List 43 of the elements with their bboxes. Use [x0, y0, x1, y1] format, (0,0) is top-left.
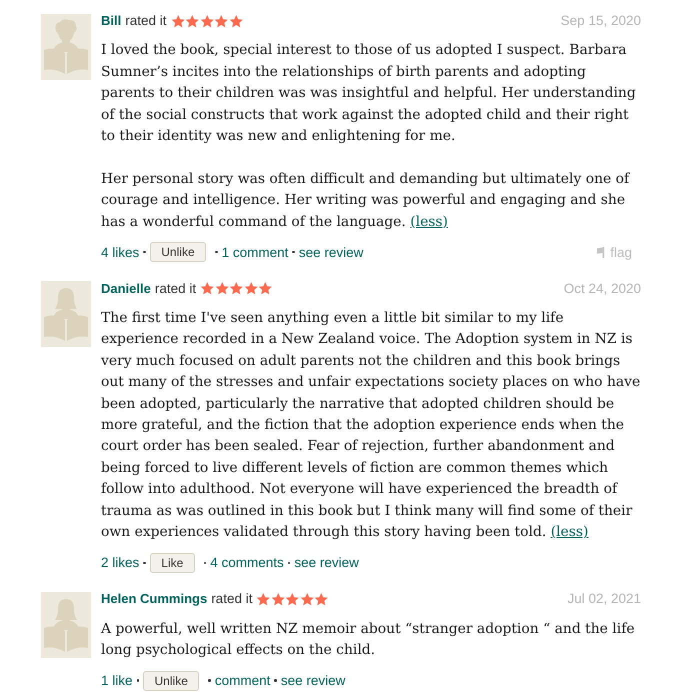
see-review-link[interactable]: see review [280, 673, 346, 688]
filled-star-icon [258, 281, 273, 296]
filled-star-icon [214, 14, 229, 28]
avatar-silhouette-icon[interactable] [41, 14, 91, 80]
rated-it-label: rated it [211, 590, 252, 608]
filled-star-icon [314, 592, 329, 607]
reviewer-name-link[interactable]: Bill [101, 11, 122, 31]
filled-star-icon [185, 14, 200, 28]
filled-star-icon [200, 14, 214, 28]
like-button[interactable]: Unlike [143, 670, 200, 691]
filled-star-icon [229, 281, 244, 296]
comments-link[interactable]: comment [214, 673, 270, 688]
review-text: Her personal story was often difficult and demanding but ultimately one of courage and intelligence. Her writing was powerful and engaging and she has a wonderful command of the language. (less) [101, 170, 631, 232]
review-text: A powerful, well written NZ memoir about “stranger adoption “ and the life long psychological effects on the child. [101, 620, 636, 660]
like-button[interactable]: Like [150, 552, 195, 573]
filled-star-icon [200, 281, 215, 296]
flag-icon [597, 246, 606, 258]
filled-star-icon [228, 14, 244, 28]
filled-star-icon [256, 592, 271, 607]
reviewer-name-link[interactable]: Danielle [101, 278, 151, 299]
filled-star-icon [285, 592, 300, 607]
show-less-link[interactable]: (less) [410, 214, 448, 230]
reviewer-name-link[interactable]: Helen Cummings [101, 589, 208, 610]
avatar-silhouette-icon[interactable] [41, 592, 91, 658]
comments-link[interactable]: 1 comment [222, 244, 288, 260]
show-less-link[interactable]: (less) [550, 524, 588, 540]
likes-link[interactable]: 4 likes [101, 244, 140, 260]
see-review-link[interactable]: see review [294, 555, 359, 570]
filled-star-icon [300, 592, 314, 607]
filled-star-icon [270, 592, 286, 607]
review-text: I loved the book, special interest to those of us adopted I suspect. Barbara Sumner’s incites into the relationships of birth parents and adopting parents to their children was was insightful and helpful. Her understanding of the social constructs that work against the adopted child and their right to their identity was new and enlightening for me. [101, 41, 637, 146]
likes-link[interactable]: 1 like [101, 673, 133, 688]
rated-it-label: rated it [154, 280, 196, 298]
like-button[interactable]: Unlike [150, 242, 206, 262]
filled-star-icon [244, 281, 258, 296]
rated-it-label: rated it [125, 12, 167, 30]
review-text: The first time I've seen anything even a little bit similar to my life experience recorded in a New Zealand voice. The Adoption system in NZ is very much focused on adult parents not the children and this book brings out many of the stresses and unfair expectations society places on who have been adopted, particularly the narrative that adopted children should be more grateful, and the fiction that the adoption experience ends when the court order has been sealed. Fear of rejection, further abandonment and being forced to live different levels of fiction are common themes which follow into adulthood. Not everyone will have experienced the breadth of trauma as was outlined in this book but I think many will find some of their own experiences validated through this story having been told. (less) [101, 309, 641, 542]
filled-star-icon [170, 14, 186, 28]
see-review-link[interactable]: see review [298, 244, 364, 260]
comments-link[interactable]: 4 comments [210, 555, 284, 570]
avatar-silhouette-icon[interactable] [41, 281, 91, 348]
filled-star-icon [214, 281, 230, 296]
likes-link[interactable]: 2 likes [101, 555, 140, 570]
